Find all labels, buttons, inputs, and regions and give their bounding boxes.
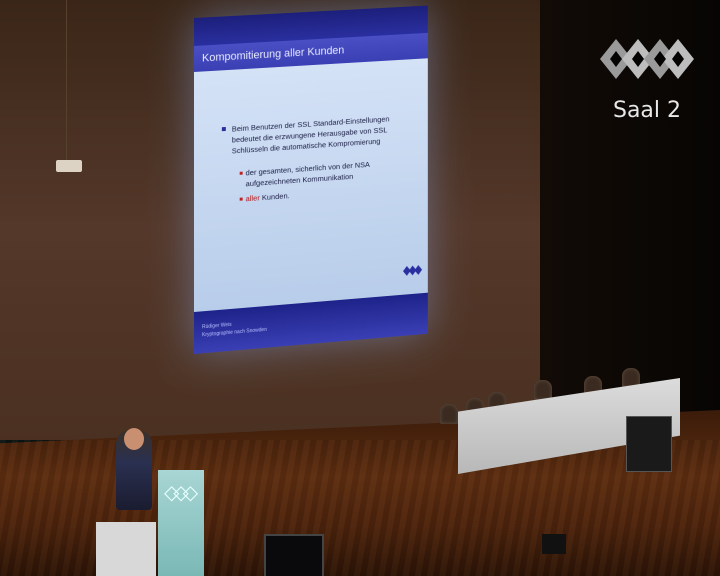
room-label: Saal 2: [612, 98, 682, 123]
slide-highlight-word: aller: [246, 193, 260, 203]
slide-logo-icon: [401, 262, 422, 279]
stage-monitor: [626, 416, 672, 472]
chair: [534, 380, 552, 400]
projected-slide: Kompomitierung aller Kunden Beim Benutze…: [194, 6, 428, 354]
slide-bullet-list: Beim Benutzen der SSL Standard-Einstellu…: [222, 113, 397, 210]
lectern-logo-icon: ◇◇◇: [164, 480, 192, 505]
slide-sub-bullet-2-text: Kunden.: [262, 191, 290, 202]
side-table: [96, 522, 156, 576]
stage-screen: [264, 534, 324, 576]
slide-sub-bullets: der gesamten, sicherlich von der NSA auf…: [222, 157, 397, 206]
presenter-head: [124, 428, 144, 450]
chair: [440, 404, 458, 424]
conference-logo-icon: [600, 26, 694, 92]
ceiling-projector: [56, 160, 82, 172]
video-frame: Kompomitierung aller Kunden Beim Benutze…: [0, 0, 720, 576]
floor-speaker: [542, 534, 566, 554]
projector-cable: [66, 0, 67, 160]
